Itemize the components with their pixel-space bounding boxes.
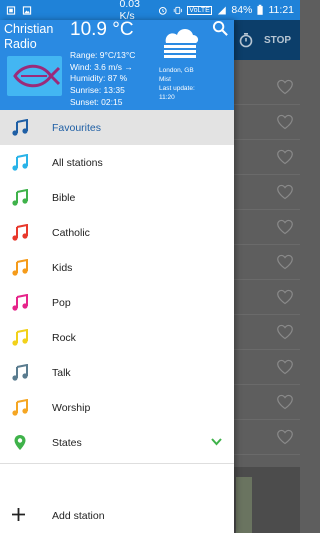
plus-icon bbox=[12, 508, 25, 521]
vibrate-icon bbox=[173, 6, 182, 14]
list-item[interactable] bbox=[234, 245, 300, 280]
menu-item-bible[interactable]: Bible bbox=[0, 180, 234, 215]
signal-icon bbox=[217, 6, 226, 14]
mist-cloud-icon bbox=[164, 29, 199, 58]
alarm-icon bbox=[159, 6, 167, 15]
drawer-divider bbox=[0, 463, 234, 464]
heart-icon[interactable] bbox=[276, 114, 294, 130]
music-note-icon bbox=[12, 189, 28, 206]
background-toolbar: STOP bbox=[234, 20, 300, 60]
menu-item-kids[interactable]: Kids bbox=[0, 250, 234, 285]
heart-icon[interactable] bbox=[276, 429, 294, 445]
battery-icon bbox=[257, 4, 264, 15]
music-note-icon bbox=[12, 294, 28, 311]
music-note-icon bbox=[12, 329, 28, 346]
temperature-range: Range: 9°C/13°C bbox=[70, 50, 136, 60]
ad-banner[interactable] bbox=[234, 467, 300, 533]
humidity: Humidity: 87 % bbox=[70, 73, 128, 84]
heart-icon[interactable] bbox=[276, 289, 294, 305]
navigation-drawer: Christian Radio 10.9 °C Range: 9°C/13°C … bbox=[0, 19, 234, 533]
sunrise: Sunrise: 13:35 bbox=[70, 85, 125, 96]
fish-logo-icon bbox=[13, 64, 61, 88]
menu-item-talk[interactable]: Talk bbox=[0, 355, 234, 390]
sunset: Sunset: 02:15 bbox=[70, 96, 123, 107]
heart-icon[interactable] bbox=[276, 149, 294, 165]
add-station-button[interactable]: Add station bbox=[0, 498, 234, 533]
menu-item-label: Rock bbox=[52, 331, 76, 344]
list-item[interactable] bbox=[234, 105, 300, 140]
weather-condition: Mist bbox=[159, 76, 171, 83]
list-item[interactable] bbox=[234, 210, 300, 245]
clock: 11:21 bbox=[268, 4, 295, 16]
wind-speed: Wind: 3.6 m/s → bbox=[70, 61, 133, 72]
last-update-time: 11:20 bbox=[159, 94, 175, 101]
list-item[interactable] bbox=[234, 175, 300, 210]
list-item[interactable] bbox=[234, 70, 300, 105]
music-note-icon bbox=[12, 224, 28, 241]
background-station-list: STOP bbox=[234, 20, 300, 533]
search-icon[interactable] bbox=[212, 20, 229, 37]
app-notification-icon bbox=[6, 5, 16, 15]
list-item[interactable] bbox=[234, 385, 300, 420]
weather-location-info: London, GB Mist Last update: 11:20 bbox=[159, 66, 195, 102]
menu-item-catholic[interactable]: Catholic bbox=[0, 215, 234, 250]
stop-button[interactable]: STOP bbox=[264, 35, 291, 46]
image-notification-icon bbox=[22, 5, 32, 15]
list-item[interactable] bbox=[234, 280, 300, 315]
list-item[interactable] bbox=[234, 140, 300, 175]
heart-icon[interactable] bbox=[276, 219, 294, 235]
status-bar: 0.03 K/s VoLTE 84% 11:21 bbox=[0, 0, 300, 22]
volte-badge: VoLTE bbox=[187, 5, 212, 15]
music-note-icon bbox=[12, 119, 28, 136]
heart-icon[interactable] bbox=[276, 394, 294, 410]
heart-icon[interactable] bbox=[276, 184, 294, 200]
list-item[interactable] bbox=[234, 350, 300, 385]
menu-item-label: States bbox=[52, 436, 82, 449]
heart-icon[interactable] bbox=[276, 359, 294, 375]
menu-item-label: Bible bbox=[52, 191, 76, 204]
last-update-label: Last update: bbox=[159, 85, 195, 92]
menu-item-label: Catholic bbox=[52, 226, 90, 239]
menu-item-worship[interactable]: Worship bbox=[0, 390, 234, 425]
menu-item-favourites[interactable]: Favourites bbox=[0, 110, 234, 145]
music-note-icon bbox=[12, 154, 28, 171]
menu-item-label: All stations bbox=[52, 156, 103, 169]
location: London, GB bbox=[159, 67, 194, 74]
temperature: 10.9 °C bbox=[70, 19, 134, 40]
list-item[interactable] bbox=[234, 420, 300, 455]
weather-details: Range: 9°C/13°C Wind: 3.6 m/s → Humidity… bbox=[70, 50, 135, 109]
music-note-icon bbox=[12, 364, 28, 381]
list-item[interactable] bbox=[234, 315, 300, 350]
timer-icon[interactable] bbox=[238, 32, 254, 48]
menu-item-pop[interactable]: Pop bbox=[0, 285, 234, 320]
chevron-down-icon[interactable] bbox=[211, 438, 222, 446]
add-station-label: Add station bbox=[52, 509, 105, 522]
music-note-icon bbox=[12, 259, 28, 276]
menu-item-all-stations[interactable]: All stations bbox=[0, 145, 234, 180]
menu-item-label: Kids bbox=[52, 261, 73, 274]
drawer-header: Christian Radio 10.9 °C Range: 9°C/13°C … bbox=[0, 19, 234, 110]
heart-icon[interactable] bbox=[276, 254, 294, 270]
menu-item-label: Worship bbox=[52, 401, 91, 414]
music-note-icon bbox=[12, 399, 28, 416]
heart-icon[interactable] bbox=[276, 324, 294, 340]
battery-percent: 84% bbox=[231, 4, 253, 16]
menu-item-states[interactable]: States bbox=[0, 425, 234, 460]
location-pin-icon bbox=[14, 435, 26, 450]
menu-item-label: Favourites bbox=[52, 121, 102, 134]
menu-item-rock[interactable]: Rock bbox=[0, 320, 234, 355]
ad-image bbox=[236, 477, 252, 533]
drawer-menu: Favourites All stations Bible Catholic K… bbox=[0, 110, 234, 460]
heart-icon[interactable] bbox=[276, 79, 294, 95]
app-logo bbox=[7, 56, 62, 96]
app-title: Christian Radio bbox=[4, 22, 54, 51]
menu-item-label: Talk bbox=[52, 366, 71, 379]
menu-item-label: Pop bbox=[52, 296, 71, 309]
